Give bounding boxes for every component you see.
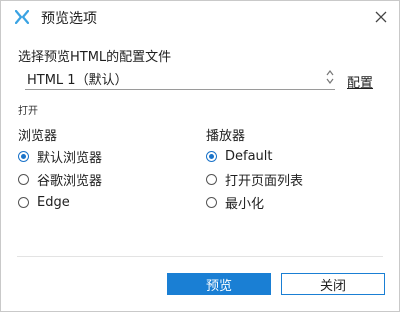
radio-label: 默认浏览器 <box>37 150 103 166</box>
browser-group-title: 浏览器 <box>18 129 58 144</box>
radio-unselected-icon <box>18 196 29 208</box>
radio-unselected-icon <box>18 173 29 185</box>
radio-default-browser[interactable]: 默认浏览器 <box>18 147 103 166</box>
radio-chrome-browser[interactable]: 谷歌浏览器 <box>18 170 103 189</box>
radio-player-minimize[interactable]: 最小化 <box>206 193 265 212</box>
divider <box>17 256 383 257</box>
radio-selected-icon <box>206 150 217 162</box>
updown-arrows-icon[interactable] <box>325 68 335 86</box>
title-bar: 预览选项 <box>1 1 399 33</box>
player-group-title: 播放器 <box>206 129 246 144</box>
radio-player-page-list[interactable]: 打开页面列表 <box>206 170 304 189</box>
config-label: 选择预览HTML的配置文件 <box>18 50 172 65</box>
close-button[interactable]: 关闭 <box>281 273 385 295</box>
radio-unselected-icon <box>206 173 217 185</box>
config-link[interactable]: 配置 <box>347 72 373 91</box>
config-select-value: HTML 1（默认） <box>27 73 128 88</box>
dialog-title: 预览选项 <box>41 11 97 27</box>
close-icon[interactable] <box>371 7 391 27</box>
radio-edge-browser[interactable]: Edge <box>18 193 70 211</box>
radio-label: Edge <box>37 194 70 210</box>
radio-label: Default <box>225 148 273 164</box>
radio-player-default[interactable]: Default <box>206 147 273 165</box>
preview-options-dialog: 预览选项 选择预览HTML的配置文件 HTML 1（默认） 配置 打开 浏览器 … <box>0 0 400 312</box>
config-select[interactable]: HTML 1（默认） <box>25 67 335 90</box>
radio-unselected-icon <box>206 196 217 208</box>
preview-button[interactable]: 预览 <box>167 273 271 295</box>
radio-label: 谷歌浏览器 <box>37 173 103 189</box>
app-logo-icon <box>15 10 29 24</box>
open-section-label: 打开 <box>18 106 38 117</box>
radio-label: 最小化 <box>225 196 265 212</box>
radio-label: 打开页面列表 <box>225 173 304 189</box>
radio-selected-icon <box>18 150 29 162</box>
